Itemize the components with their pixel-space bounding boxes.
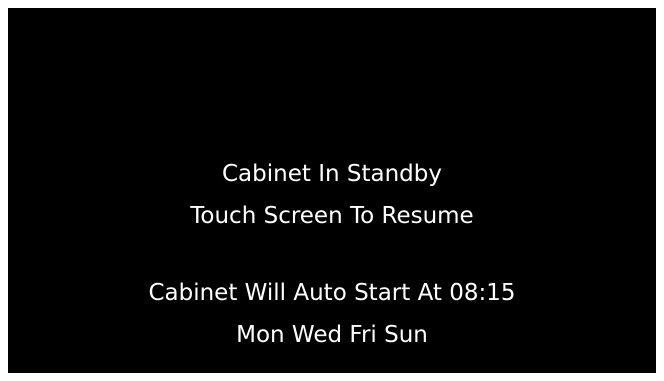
- display-frame: Cabinet In Standby Touch Screen To Resum…: [0, 0, 664, 381]
- schedule-days-text: Mon Wed Fri Sun: [236, 322, 428, 348]
- standby-screen[interactable]: Cabinet In Standby Touch Screen To Resum…: [8, 8, 656, 373]
- auto-start-text: Cabinet Will Auto Start At 08:15: [148, 280, 516, 306]
- standby-status-text: Cabinet In Standby: [222, 161, 442, 187]
- resume-prompt-text: Touch Screen To Resume: [190, 203, 474, 229]
